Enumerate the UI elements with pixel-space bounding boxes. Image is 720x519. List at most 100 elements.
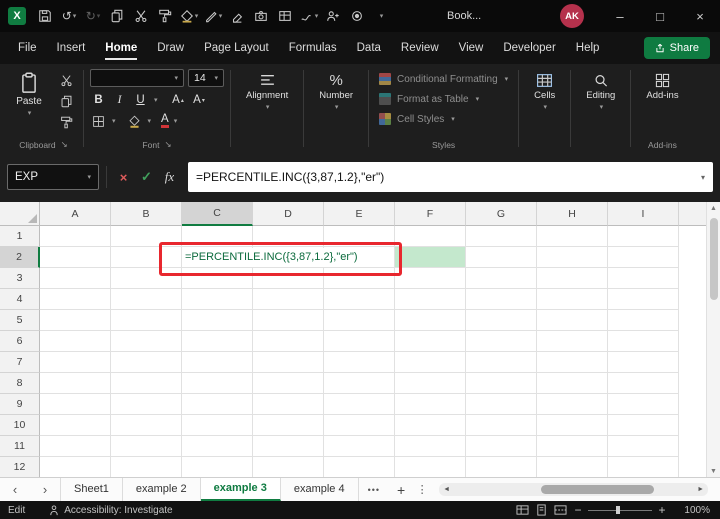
cell[interactable] bbox=[253, 436, 324, 457]
cell[interactable] bbox=[608, 352, 679, 373]
cell[interactable] bbox=[466, 331, 537, 352]
cell[interactable] bbox=[111, 331, 182, 352]
cell[interactable] bbox=[537, 436, 608, 457]
cell[interactable] bbox=[395, 331, 466, 352]
cell[interactable] bbox=[608, 436, 679, 457]
cut-icon[interactable] bbox=[55, 72, 77, 88]
cell[interactable] bbox=[40, 289, 111, 310]
font-size-select[interactable]: 14 ▾ bbox=[188, 69, 224, 87]
paste-dropdown-icon[interactable]: ▾ bbox=[28, 109, 32, 117]
column-header-d[interactable]: D bbox=[253, 202, 324, 226]
zoom-slider-thumb[interactable] bbox=[616, 506, 620, 514]
column-header-f[interactable]: F bbox=[395, 202, 466, 226]
paste-button[interactable]: Paste ▾ bbox=[10, 69, 48, 130]
formula-input[interactable]: =PERCENTILE.INC({3,87,1.2},"er") ▾ bbox=[188, 162, 713, 192]
cell-styles-button[interactable]: Cell Styles ▾ bbox=[375, 109, 512, 129]
cut-icon[interactable] bbox=[129, 4, 153, 28]
sheet-options-icon[interactable]: ⋮ bbox=[413, 483, 431, 496]
cell[interactable] bbox=[40, 268, 111, 289]
table-icon[interactable] bbox=[273, 4, 297, 28]
cell[interactable] bbox=[324, 415, 395, 436]
horizontal-scrollbar[interactable]: ◄ ► bbox=[439, 483, 708, 496]
zoom-in-icon[interactable]: + bbox=[654, 503, 670, 517]
save-icon[interactable] bbox=[33, 4, 57, 28]
add-user-icon[interactable] bbox=[321, 4, 345, 28]
cell[interactable] bbox=[608, 289, 679, 310]
editing-button[interactable]: Editing ▾ bbox=[577, 69, 624, 111]
cell[interactable] bbox=[537, 331, 608, 352]
cell[interactable] bbox=[466, 352, 537, 373]
row-header-5[interactable]: 5 bbox=[0, 310, 40, 331]
zoom-slider[interactable] bbox=[588, 504, 652, 516]
sheet-nav-right-icon[interactable]: › bbox=[30, 482, 60, 497]
cell[interactable] bbox=[253, 268, 324, 289]
cell[interactable] bbox=[324, 457, 395, 477]
vertical-scrollbar-thumb[interactable] bbox=[709, 218, 718, 300]
sheet-nav-left-icon[interactable]: ‹ bbox=[0, 482, 30, 497]
cell[interactable] bbox=[395, 289, 466, 310]
number-button[interactable]: % Number ▾ bbox=[310, 69, 362, 111]
sheet-tab-example-4[interactable]: example 4 bbox=[281, 478, 359, 501]
vertical-scrollbar[interactable]: ▲ ▼ bbox=[706, 202, 720, 477]
camera-icon[interactable] bbox=[249, 4, 273, 28]
cell[interactable] bbox=[537, 289, 608, 310]
row-header-2[interactable]: 2 bbox=[0, 247, 40, 268]
font-color-button[interactable]: A bbox=[161, 113, 169, 128]
draw-pen-icon[interactable]: ▾ bbox=[201, 4, 225, 28]
cell[interactable] bbox=[324, 436, 395, 457]
cell[interactable] bbox=[537, 310, 608, 331]
column-header-e[interactable]: E bbox=[324, 202, 395, 226]
signature-icon[interactable]: ▾ bbox=[297, 4, 321, 28]
cell[interactable] bbox=[40, 457, 111, 477]
cell[interactable] bbox=[182, 331, 253, 352]
undo-icon[interactable]: ↺ ▾ bbox=[57, 4, 81, 28]
scroll-down-icon[interactable]: ▼ bbox=[710, 468, 717, 475]
cell[interactable] bbox=[111, 289, 182, 310]
menu-tab-draw[interactable]: Draw bbox=[147, 32, 194, 64]
fill-color-icon[interactable]: ▾ bbox=[177, 4, 201, 28]
conditional-formatting-button[interactable]: Conditional Formatting ▾ bbox=[375, 69, 512, 89]
sheet-tab-sheet1[interactable]: Sheet1 bbox=[60, 478, 123, 501]
font-dialog-launcher-icon[interactable]: ↘ bbox=[164, 139, 171, 150]
cell[interactable] bbox=[466, 226, 537, 247]
cell[interactable] bbox=[608, 268, 679, 289]
row-header-9[interactable]: 9 bbox=[0, 394, 40, 415]
cell[interactable] bbox=[182, 394, 253, 415]
cell[interactable] bbox=[253, 331, 324, 352]
cell[interactable] bbox=[324, 268, 395, 289]
cell[interactable] bbox=[182, 226, 253, 247]
cell[interactable] bbox=[40, 331, 111, 352]
cell-g2[interactable] bbox=[466, 247, 537, 268]
sheet-tab-example-3[interactable]: example 3 bbox=[200, 478, 281, 501]
insert-function-icon[interactable]: fx bbox=[160, 169, 179, 185]
cell[interactable] bbox=[537, 415, 608, 436]
menu-tab-review[interactable]: Review bbox=[391, 32, 449, 64]
cell[interactable] bbox=[608, 310, 679, 331]
cell[interactable] bbox=[324, 331, 395, 352]
cell[interactable] bbox=[182, 352, 253, 373]
cell[interactable] bbox=[253, 310, 324, 331]
share-button[interactable]: Share bbox=[643, 37, 710, 59]
horizontal-scrollbar-thumb[interactable] bbox=[541, 485, 655, 494]
cell[interactable] bbox=[111, 436, 182, 457]
column-header-b[interactable]: B bbox=[111, 202, 182, 226]
cell[interactable] bbox=[111, 226, 182, 247]
addins-button[interactable]: Add-ins bbox=[637, 69, 687, 101]
cell[interactable] bbox=[608, 331, 679, 352]
cell[interactable] bbox=[182, 457, 253, 477]
cell[interactable] bbox=[537, 226, 608, 247]
column-header-h[interactable]: H bbox=[537, 202, 608, 226]
cell[interactable] bbox=[395, 352, 466, 373]
cell-b2[interactable] bbox=[111, 247, 182, 268]
cell[interactable] bbox=[324, 373, 395, 394]
menu-tab-home[interactable]: Home bbox=[95, 32, 147, 64]
row-header-10[interactable]: 10 bbox=[0, 415, 40, 436]
cell-i2[interactable] bbox=[608, 247, 679, 268]
column-header-a[interactable]: A bbox=[40, 202, 111, 226]
select-all-button[interactable] bbox=[0, 202, 40, 226]
cell[interactable] bbox=[111, 373, 182, 394]
minimize-button[interactable]: – bbox=[600, 0, 640, 32]
formula-bar-expand-icon[interactable]: ▾ bbox=[701, 173, 705, 182]
cell[interactable] bbox=[182, 268, 253, 289]
cell[interactable] bbox=[111, 415, 182, 436]
